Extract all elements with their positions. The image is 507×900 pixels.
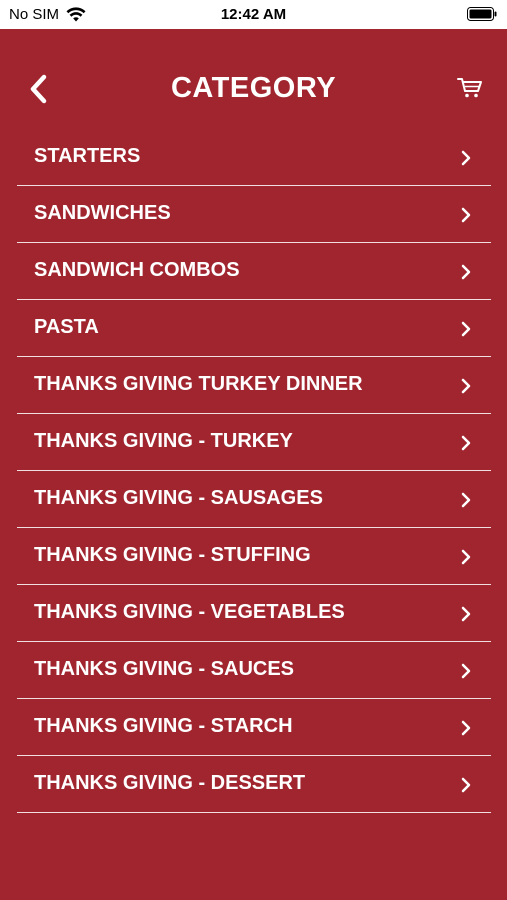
- category-label: SANDWICHES: [34, 202, 171, 224]
- category-label: SANDWICH COMBOS: [34, 259, 240, 281]
- category-label: THANKS GIVING - STUFFING: [34, 544, 311, 566]
- battery-icon: [467, 7, 497, 21]
- category-item-starters[interactable]: STARTERS: [17, 129, 491, 186]
- category-item-sandwiches[interactable]: SANDWICHES: [17, 186, 491, 243]
- category-list: STARTERS SANDWICHES SANDWICH COMBOS PAST…: [17, 129, 491, 813]
- category-item-pasta[interactable]: PASTA: [17, 300, 491, 357]
- chevron-right-icon: [461, 777, 471, 793]
- category-item-dessert[interactable]: THANKS GIVING - DESSERT: [17, 756, 491, 813]
- category-item-starch[interactable]: THANKS GIVING - STARCH: [17, 699, 491, 756]
- chevron-right-icon: [461, 549, 471, 565]
- category-item-sausages[interactable]: THANKS GIVING - SAUSAGES: [17, 471, 491, 528]
- category-item-sauces[interactable]: THANKS GIVING - SAUCES: [17, 642, 491, 699]
- category-item-sandwich-combos[interactable]: SANDWICH COMBOS: [17, 243, 491, 300]
- category-label: THANKS GIVING - SAUSAGES: [34, 487, 323, 509]
- cart-icon[interactable]: [457, 77, 483, 99]
- chevron-right-icon: [461, 606, 471, 622]
- category-label: PASTA: [34, 316, 99, 338]
- category-label: THANKS GIVING TURKEY DINNER: [34, 373, 363, 395]
- status-bar: No SIM 12:42 AM: [0, 0, 507, 29]
- status-time: 12:42 AM: [220, 6, 287, 23]
- chevron-right-icon: [461, 378, 471, 394]
- chevron-right-icon: [461, 321, 471, 337]
- category-label: STARTERS: [34, 145, 141, 167]
- category-item-stuffing[interactable]: THANKS GIVING - STUFFING: [17, 528, 491, 585]
- category-label: THANKS GIVING - VEGETABLES: [34, 601, 345, 623]
- category-item-turkey[interactable]: THANKS GIVING - TURKEY: [17, 414, 491, 471]
- chevron-right-icon: [461, 150, 471, 166]
- category-label: THANKS GIVING - STARCH: [34, 715, 293, 737]
- chevron-right-icon: [461, 264, 471, 280]
- chevron-right-icon: [461, 720, 471, 736]
- category-item-turkey-dinner[interactable]: THANKS GIVING TURKEY DINNER: [17, 357, 491, 414]
- category-label: THANKS GIVING - SAUCES: [34, 658, 295, 680]
- category-label: THANKS GIVING - TURKEY: [34, 430, 293, 452]
- chevron-right-icon: [461, 435, 471, 451]
- chevron-right-icon: [461, 207, 471, 223]
- chevron-right-icon: [461, 663, 471, 679]
- category-item-vegetables[interactable]: THANKS GIVING - VEGETABLES: [17, 585, 491, 642]
- chevron-right-icon: [461, 492, 471, 508]
- page-title: CATEGORY: [170, 72, 337, 104]
- category-label: THANKS GIVING - DESSERT: [34, 772, 306, 794]
- header: CATEGORY: [0, 29, 507, 129]
